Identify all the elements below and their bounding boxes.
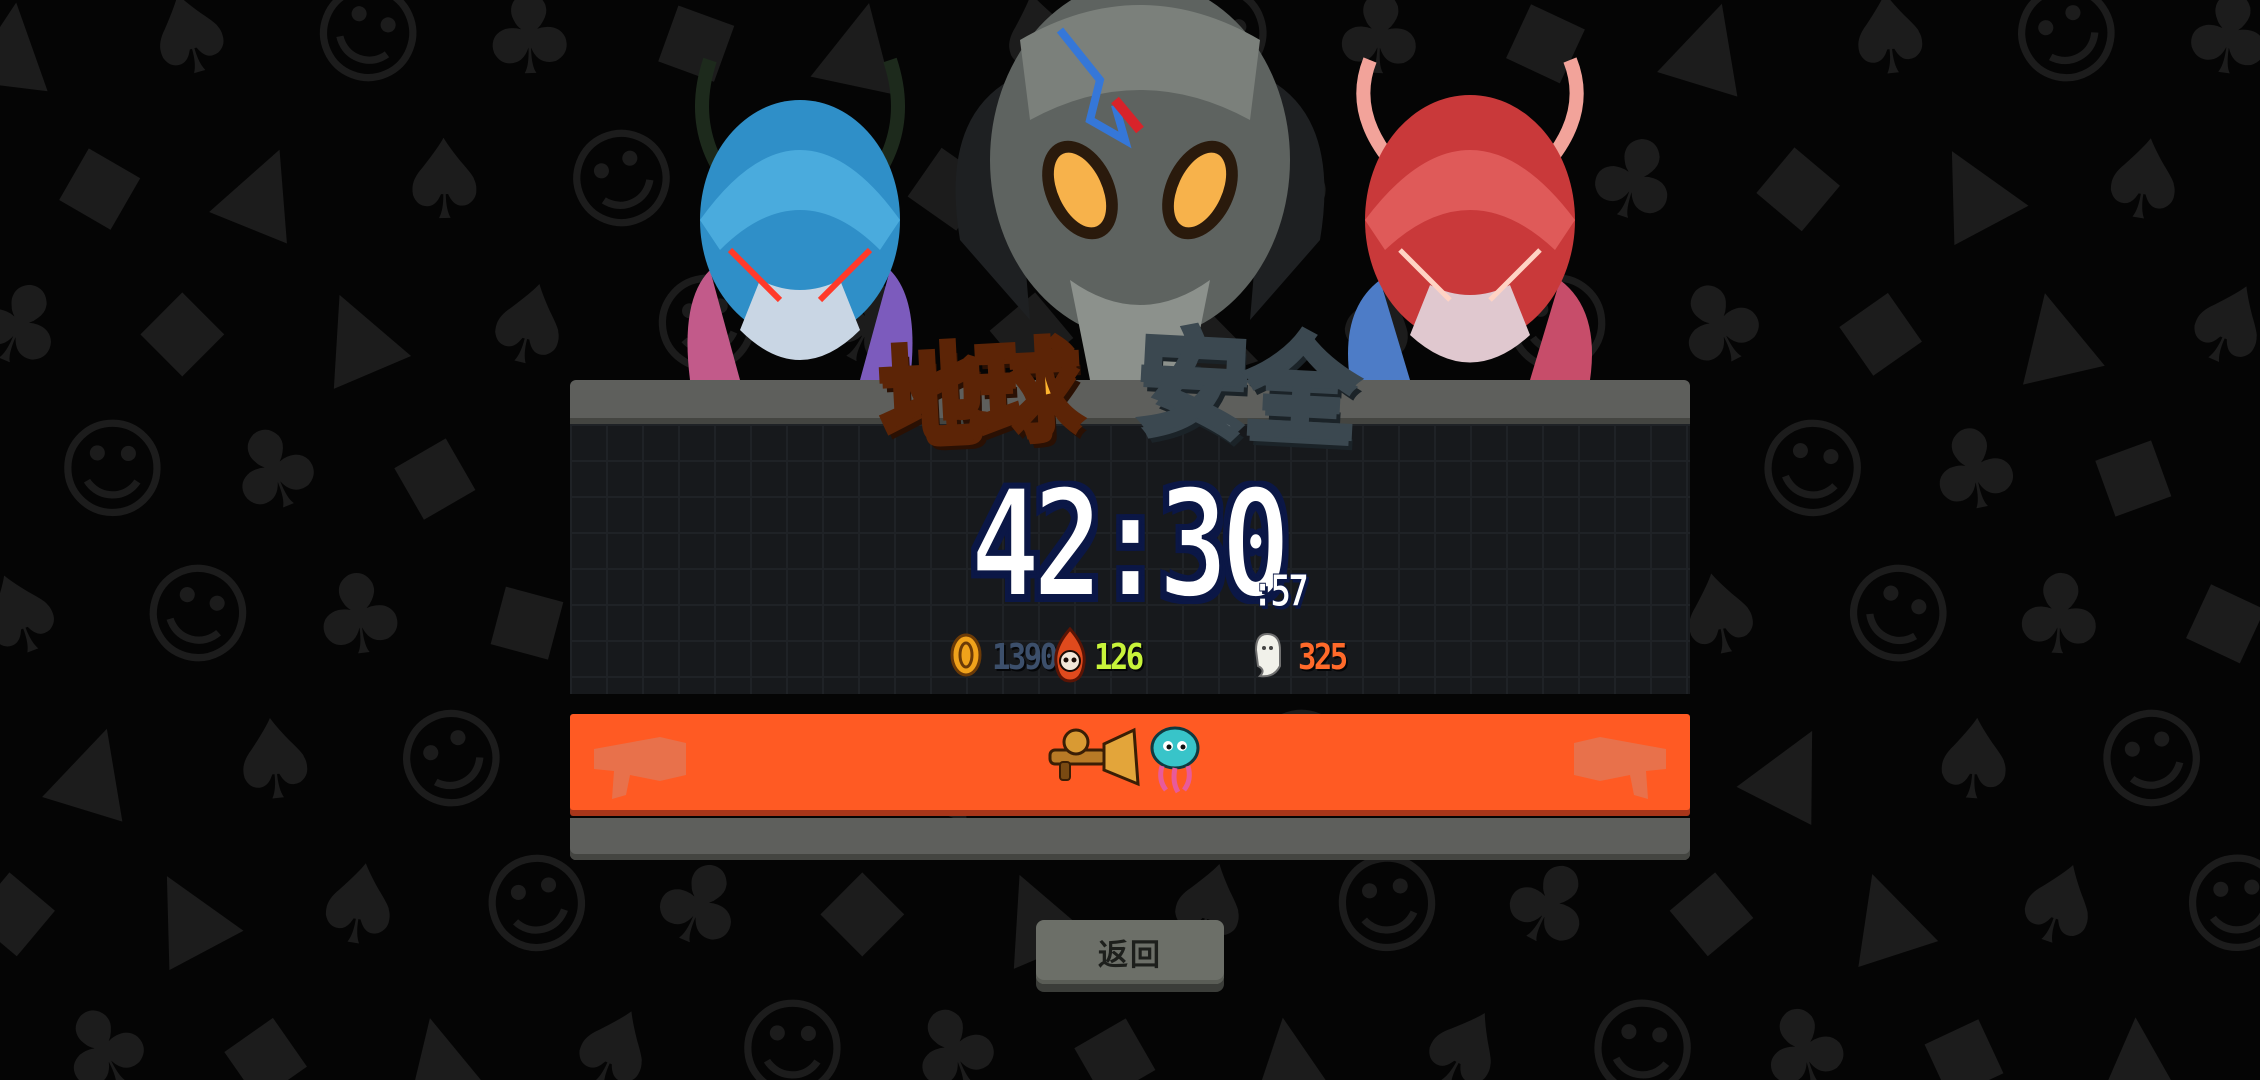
trumpet-weapon-icon[interactable]	[1046, 724, 1144, 794]
background-glyph: ♣	[31, 970, 178, 1080]
background-glyph: ◆	[379, 397, 495, 543]
background-glyph: ☺	[290, 0, 444, 116]
background-glyph: ☺	[371, 676, 534, 844]
background-glyph: ☺	[1743, 396, 1881, 544]
megaphone-decoration-icon	[1570, 735, 1670, 805]
background-glyph: ♣	[204, 392, 345, 548]
panel-bottom-bar	[570, 818, 1690, 860]
background-glyph: ▲	[114, 828, 250, 982]
back-button-label: 返回	[1098, 938, 1162, 973]
background-glyph: ▲	[2091, 983, 2183, 1080]
background-glyph: ♣	[1738, 974, 1871, 1080]
background-glyph: ◆	[1749, 112, 1846, 248]
background-glyph: ◆	[1829, 254, 1936, 396]
background-glyph: ☺	[1817, 532, 1977, 698]
background-glyph: ☺	[1578, 980, 1707, 1080]
survival-timer-fraction: :57	[1252, 566, 1310, 618]
souls-value: 325	[1298, 636, 1348, 678]
background-glyph: ▲	[288, 249, 417, 401]
background-glyph: ♣	[2006, 548, 2112, 682]
background-glyph: ▲	[38, 686, 157, 834]
background-glyph: ♠	[1833, 0, 1946, 104]
background-glyph: ☺	[543, 98, 701, 262]
background-glyph: ◆	[1059, 977, 1175, 1080]
background-glyph: ▲	[204, 104, 331, 256]
background-glyph: ♠	[543, 971, 686, 1080]
background-glyph: ▲	[1653, 0, 1772, 109]
background-glyph: ▲	[1899, 103, 2035, 257]
background-glyph: ♣	[1912, 397, 2036, 543]
background-glyph: ☺	[2251, 104, 2260, 256]
background-glyph: ♣	[1646, 245, 1793, 405]
background-glyph: ◆	[1664, 837, 1761, 973]
background-glyph: ♠	[1991, 828, 2127, 982]
background-glyph: ☺	[53, 405, 171, 535]
souls-stat: 325	[1252, 632, 1354, 682]
background-glyph: ♠	[300, 834, 419, 976]
background-glyph: ▲	[1730, 683, 1865, 837]
background-glyph: ♠	[2241, 970, 2260, 1080]
back-button[interactable]: 返回	[1036, 920, 1224, 984]
background-glyph: ☺	[2175, 837, 2260, 973]
background-glyph: ◆	[1905, 975, 2029, 1080]
background-glyph: ♠	[1920, 692, 2028, 828]
survival-timer: 42:30	[968, 458, 1292, 632]
result-title: 地球 安全	[870, 290, 1410, 462]
background-glyph: ◆	[214, 979, 321, 1080]
background-glyph: ☺	[124, 537, 271, 693]
background-glyph: ◆	[140, 261, 225, 389]
background-glyph: ◆	[820, 841, 905, 969]
skull-flame-icon	[1052, 626, 1088, 687]
background-glyph: ♠	[2158, 246, 2260, 404]
background-glyph: ♠	[0, 537, 89, 693]
title-earth: 地球	[874, 324, 1078, 462]
background-glyph: ♣	[302, 545, 417, 685]
coin-icon	[950, 633, 982, 681]
background-glyph: ♠	[393, 115, 495, 245]
background-glyph: ☺	[733, 985, 851, 1080]
background-glyph: ☺	[1986, 0, 2149, 119]
megaphone-decoration-icon	[590, 735, 690, 805]
background-glyph: ◆	[2160, 540, 2260, 690]
background-glyph: ♣	[477, 0, 581, 101]
background-glyph: ♠	[124, 0, 255, 111]
background-glyph: ▲	[1996, 253, 2108, 397]
background-glyph: ◆	[0, 837, 61, 973]
background-glyph: ◆	[2071, 394, 2203, 546]
background-glyph: ♣	[884, 972, 1025, 1080]
background-glyph: ♠	[1390, 970, 1539, 1080]
background-glyph: ♠	[218, 691, 331, 829]
coins-stat: 1390	[950, 632, 1067, 682]
coins-value: 1390	[992, 636, 1058, 678]
kills-value: 126	[1094, 636, 1144, 678]
background-glyph: ♠	[465, 250, 593, 400]
background-glyph: ▲	[1822, 831, 1943, 979]
background-glyph: ▲	[381, 978, 493, 1080]
jellyfish-pet-icon[interactable]	[1148, 724, 1202, 798]
background-glyph: ◆	[39, 107, 155, 253]
background-glyph: ▲	[0, 0, 63, 104]
background-glyph: ♣	[2171, 0, 2260, 106]
background-glyph: ▲	[1236, 980, 1339, 1080]
background-glyph: ◆	[453, 538, 591, 692]
background-glyph: ☺	[2077, 680, 2228, 840]
background-glyph: ♣	[2247, 683, 2260, 837]
title-safe: 安全	[1131, 313, 1360, 460]
background-glyph: ♣	[0, 246, 90, 404]
background-glyph: ☺	[1320, 832, 1454, 978]
kills-stat: 126	[1052, 626, 1150, 683]
background-glyph: ♠	[2085, 109, 2204, 251]
ghost-icon	[1252, 632, 1282, 682]
